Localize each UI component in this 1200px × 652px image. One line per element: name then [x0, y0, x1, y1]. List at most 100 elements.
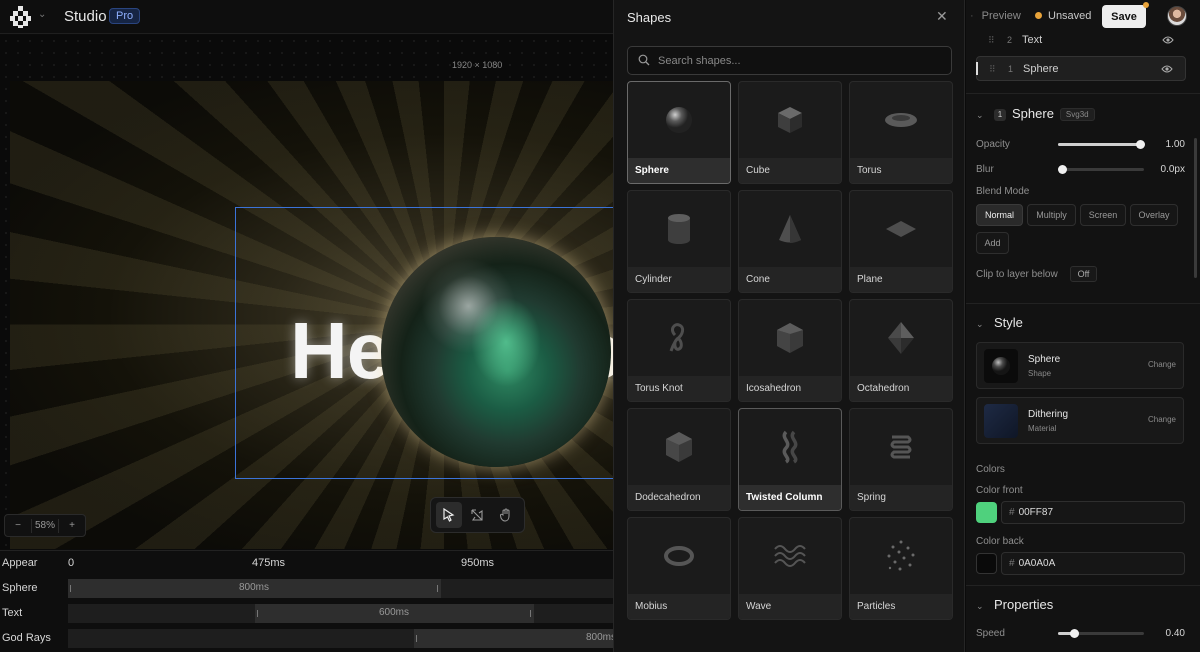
change-shape-button[interactable]: Change — [1148, 360, 1176, 369]
shape-card-sphere[interactable]: Sphere — [627, 81, 731, 184]
clip-start-handle[interactable] — [70, 585, 71, 592]
cone-icon — [779, 215, 801, 243]
slider-knob[interactable] — [1058, 165, 1067, 174]
clip-duration: 800ms — [586, 632, 617, 643]
color-back-swatch[interactable] — [976, 553, 997, 574]
blur-slider[interactable] — [1058, 165, 1144, 174]
shape-label: Octahedron — [850, 376, 952, 401]
material-style-card[interactable]: Dithering Material Change — [976, 397, 1184, 444]
spring-icon — [890, 435, 912, 459]
layer-index: 1 — [1008, 64, 1014, 74]
preview-button[interactable]: Preview — [970, 10, 1021, 22]
eye-icon[interactable] — [1162, 35, 1174, 45]
shape-label: Sphere — [628, 158, 730, 183]
shape-style-card[interactable]: Sphere Shape Change — [976, 342, 1184, 389]
wave-icon — [774, 545, 806, 567]
torus-icon — [885, 113, 917, 127]
shape-label: Mobius — [628, 594, 730, 619]
blend-overlay-button[interactable]: Overlay — [1130, 204, 1178, 226]
color-back-hex: 0A0A0A — [1018, 558, 1056, 569]
blend-screen-button[interactable]: Screen — [1080, 204, 1126, 226]
properties-section-header[interactable]: ⌄ Properties — [976, 597, 1053, 612]
zoom-in-button[interactable]: + — [59, 520, 85, 531]
shape-card-cube[interactable]: Cube — [738, 81, 842, 184]
select-tool-icon[interactable] — [436, 502, 463, 528]
chevron-down-icon[interactable]: ⌄ — [976, 319, 994, 330]
drag-handle-icon[interactable]: ⠿ — [989, 64, 996, 75]
shape-card-cone[interactable]: Cone — [738, 190, 842, 293]
shape-card-icosahedron[interactable]: Icosahedron — [738, 299, 842, 402]
layer-title: Sphere — [1012, 106, 1054, 121]
shape-card-twisted-column[interactable]: Twisted Column — [738, 408, 842, 511]
timeline-row: God Rays 800ms — [0, 626, 617, 651]
style-shape-kind: Shape — [1028, 369, 1052, 378]
eye-icon[interactable] — [1161, 64, 1173, 74]
shape-label: Torus Knot — [628, 376, 730, 401]
search-input[interactable] — [658, 47, 938, 74]
timeline-row-label: Text — [2, 607, 23, 619]
timeline-clip[interactable]: 800ms — [414, 629, 617, 648]
style-shape-name: Sphere — [1028, 354, 1061, 365]
zoom-level[interactable]: 58% — [32, 520, 58, 531]
clip-end-handle[interactable] — [437, 585, 438, 592]
timeline-track-label: Appear — [2, 557, 38, 569]
zoom-out-button[interactable]: − — [5, 520, 31, 531]
shape-card-wave[interactable]: Wave — [738, 517, 842, 620]
color-front-swatch[interactable] — [976, 502, 997, 523]
canvas[interactable]: 1920 × 1080 Hello World − 58% + — [0, 35, 613, 549]
shapes-panel-title: Shapes — [627, 10, 672, 25]
save-button[interactable]: Save — [1102, 2, 1149, 28]
drag-handle-icon[interactable]: ⠿ — [988, 35, 995, 46]
blend-add-button[interactable]: Add — [976, 232, 1009, 254]
layer-row-text[interactable]: ⠿ 2 Text — [976, 28, 1186, 53]
dithering-thumbnail-icon — [984, 404, 1018, 438]
timeline-clip[interactable]: 600ms — [255, 604, 534, 623]
app-logo-icon[interactable] — [10, 6, 32, 28]
color-front-field[interactable]: #00FF87 — [1001, 501, 1185, 524]
opacity-slider[interactable] — [1058, 140, 1145, 149]
shape-card-cylinder[interactable]: Cylinder — [627, 190, 731, 293]
layer-section-header[interactable]: ⌄ 1 Sphere Svg3d — [976, 106, 1095, 121]
shape-card-torus-knot[interactable]: Torus Knot — [627, 299, 731, 402]
blend-multiply-button[interactable]: Multiply — [1027, 204, 1076, 226]
scrollbar[interactable] — [1194, 138, 1197, 278]
close-icon[interactable]: ✕ — [936, 8, 948, 25]
speed-value[interactable]: 0.40 — [1166, 628, 1185, 639]
layer-row-sphere[interactable]: ⠿ 1 Sphere — [976, 56, 1186, 81]
twisted-column-icon — [782, 430, 798, 464]
shape-card-octahedron[interactable]: Octahedron — [849, 299, 953, 402]
blur-label: Blur — [976, 164, 994, 175]
chevron-down-icon[interactable]: ⌄ — [976, 601, 994, 612]
shape-card-mobius[interactable]: Mobius — [627, 517, 731, 620]
transform-tool-icon[interactable] — [464, 502, 490, 528]
blur-value[interactable]: 0.0px — [1161, 164, 1185, 175]
shape-card-plane[interactable]: Plane — [849, 190, 953, 293]
blend-normal-button[interactable]: Normal — [976, 204, 1023, 226]
avatar[interactable] — [1167, 6, 1187, 26]
change-material-button[interactable]: Change — [1148, 415, 1176, 424]
save-status: Unsaved — [1035, 10, 1091, 22]
selection-box[interactable] — [235, 207, 613, 479]
hand-tool-icon[interactable] — [493, 502, 519, 528]
shape-card-particles[interactable]: Particles — [849, 517, 953, 620]
canvas-toolbar — [430, 497, 525, 533]
slider-knob[interactable] — [1136, 140, 1145, 149]
color-back-field[interactable]: #0A0A0A — [1001, 552, 1185, 575]
clip-end-handle[interactable] — [530, 610, 531, 617]
shape-label: Icosahedron — [739, 376, 841, 401]
clip-start-handle[interactable] — [257, 610, 258, 617]
slider-knob[interactable] — [1070, 629, 1079, 638]
opacity-value[interactable]: 1.00 — [1166, 139, 1185, 150]
speed-slider[interactable] — [1058, 629, 1144, 638]
style-section-header[interactable]: ⌄ Style — [976, 315, 1023, 330]
shape-card-torus[interactable]: Torus — [849, 81, 953, 184]
timeline-row: Text 600ms — [0, 601, 613, 626]
chevron-down-icon[interactable]: ⌄ — [976, 110, 994, 121]
timeline-clip[interactable]: 800ms — [68, 579, 441, 598]
shape-card-spring[interactable]: Spring — [849, 408, 953, 511]
clip-start-handle[interactable] — [416, 635, 417, 642]
shape-card-dodecahedron[interactable]: Dodecahedron — [627, 408, 731, 511]
color-back-label: Color back — [976, 536, 1024, 547]
clip-toggle[interactable]: Off — [1070, 266, 1097, 282]
chevron-down-icon[interactable]: ⌄ — [38, 9, 46, 20]
